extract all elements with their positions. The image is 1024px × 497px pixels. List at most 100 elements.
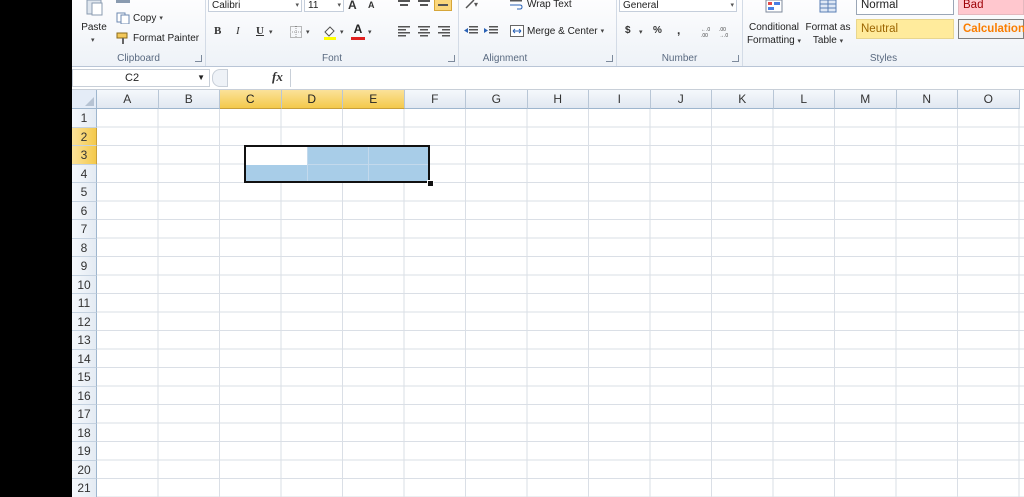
font-color-icon[interactable]: A (351, 22, 365, 36)
style-bad[interactable]: Bad (958, 0, 1024, 15)
number-launcher-icon[interactable] (732, 55, 739, 62)
formula-bar-handle[interactable] (212, 69, 228, 87)
merge-center-button[interactable]: Merge & Center ▾ (510, 23, 604, 39)
format-as-table-button[interactable]: Format as Table ▾ (803, 0, 853, 50)
increase-indent-icon[interactable] (484, 26, 498, 37)
column-header-g[interactable]: G (466, 90, 528, 109)
borders-dropdown-icon[interactable]: ▾ (306, 28, 310, 36)
increase-decimal-icon[interactable]: ←.0.00 (701, 26, 715, 37)
paste-button[interactable]: Paste ▾ (76, 0, 112, 50)
row-header-15[interactable]: 15 (72, 368, 97, 387)
font-color-dropdown-icon[interactable]: ▾ (368, 28, 372, 36)
row-header-9[interactable]: 9 (72, 257, 97, 276)
cell-area[interactable] (97, 109, 1024, 497)
align-left-icon[interactable] (398, 26, 410, 37)
format-painter-button[interactable]: Format Painter (116, 30, 199, 46)
column-header-f[interactable]: F (404, 90, 466, 109)
row-header-6[interactable]: 6 (72, 201, 97, 220)
style-calculation[interactable]: Calculation (958, 19, 1024, 39)
row-header-16[interactable]: 16 (72, 386, 97, 405)
number-group: General ▾ $ ▾ % , ←.0.00 .00 →.0 Number (617, 0, 743, 66)
column-header-a[interactable]: A (97, 90, 159, 109)
conditional-formatting-icon (765, 0, 783, 13)
column-header-i[interactable]: I (589, 90, 651, 109)
underline-button[interactable]: U (256, 25, 264, 37)
row-header-5[interactable]: 5 (72, 183, 97, 202)
comma-button[interactable]: , (677, 23, 680, 37)
shrink-font-button[interactable]: A (368, 0, 375, 10)
wrap-text-label: Wrap Text (527, 0, 572, 10)
name-box-value: C2 (125, 72, 140, 84)
fill-color-dropdown-icon[interactable]: ▾ (340, 28, 344, 36)
style-normal[interactable]: Normal (856, 0, 954, 15)
column-header-n[interactable]: N (896, 90, 958, 109)
insert-function-button[interactable]: fx (272, 69, 283, 85)
column-header-o[interactable]: O (958, 90, 1020, 109)
row-header-21[interactable]: 21 (72, 479, 97, 497)
row-header-14[interactable]: 14 (72, 349, 97, 368)
row-header-19[interactable]: 19 (72, 442, 97, 461)
format-as-table-icon (819, 0, 837, 13)
clipboard-group-label: Clipboard (117, 53, 160, 64)
column-header-e[interactable]: E (343, 90, 405, 109)
row-header-4[interactable]: 4 (72, 164, 97, 183)
conditional-formatting-button[interactable]: Conditional Formatting ▾ (745, 0, 803, 50)
row-header-13[interactable]: 13 (72, 331, 97, 350)
currency-button[interactable]: $ (625, 25, 631, 36)
font-name-value: Calibri (212, 0, 241, 11)
grow-font-button[interactable]: A (348, 0, 357, 12)
row-header-17[interactable]: 17 (72, 405, 97, 424)
fill-handle[interactable] (427, 180, 434, 187)
borders-icon[interactable] (290, 26, 302, 38)
row-header-7[interactable]: 7 (72, 220, 97, 239)
merge-center-icon (510, 25, 524, 37)
alignment-launcher-icon[interactable] (606, 55, 613, 62)
row-header-12[interactable]: 12 (72, 312, 97, 331)
align-center-icon[interactable] (418, 26, 430, 37)
column-header-m[interactable]: M (835, 90, 897, 109)
name-box[interactable]: C2 ▼ (72, 69, 210, 87)
format-painter-label: Format Painter (133, 32, 200, 44)
font-size-combo[interactable]: 11 ▾ (304, 0, 344, 12)
row-header-1[interactable]: 1 (72, 109, 97, 128)
copy-button[interactable]: Copy ▾ (116, 10, 163, 26)
currency-dropdown-icon[interactable]: ▾ (639, 28, 643, 36)
column-header-c[interactable]: C (220, 90, 282, 109)
row-header-3[interactable]: 3 (72, 146, 97, 165)
ribbon: Paste ▾ Copy ▾ Format Painter Clipboard (72, 0, 1024, 67)
clipboard-launcher-icon[interactable] (195, 55, 202, 62)
column-header-j[interactable]: J (650, 90, 712, 109)
align-bottom-button[interactable] (434, 0, 452, 11)
row-header-20[interactable]: 20 (72, 460, 97, 479)
row-header-10[interactable]: 10 (72, 275, 97, 294)
row-header-11[interactable]: 11 (72, 294, 97, 313)
orientation-icon[interactable]: ▾ (464, 0, 482, 10)
row-header-8[interactable]: 8 (72, 238, 97, 257)
bold-button[interactable]: B (214, 25, 221, 37)
column-header-l[interactable]: L (773, 90, 835, 109)
percent-button[interactable]: % (653, 25, 662, 36)
row-header-2[interactable]: 2 (72, 127, 97, 146)
fill-color-icon[interactable] (322, 24, 338, 40)
wrap-text-button[interactable]: Wrap Text (510, 0, 572, 12)
column-header-k[interactable]: K (712, 90, 774, 109)
column-header-h[interactable]: H (527, 90, 589, 109)
cut-icon[interactable] (116, 0, 130, 3)
column-header-b[interactable]: B (158, 90, 220, 109)
italic-button[interactable]: I (236, 25, 240, 37)
align-top-icon[interactable] (398, 0, 410, 6)
select-all-button[interactable] (72, 90, 97, 109)
clipboard-group: Paste ▾ Copy ▾ Format Painter Clipboard (72, 0, 206, 66)
number-format-combo[interactable]: General ▾ (619, 0, 737, 12)
align-middle-icon[interactable] (418, 0, 430, 6)
font-name-combo[interactable]: Calibri ▾ (208, 0, 302, 12)
underline-dropdown-icon[interactable]: ▾ (269, 28, 273, 36)
decrease-indent-icon[interactable] (464, 26, 478, 37)
font-size-value: 11 (308, 0, 319, 11)
column-header-d[interactable]: D (281, 90, 343, 109)
row-header-18[interactable]: 18 (72, 423, 97, 442)
style-neutral[interactable]: Neutral (856, 19, 954, 39)
align-right-icon[interactable] (438, 26, 450, 37)
formula-input[interactable] (290, 69, 1024, 87)
decrease-decimal-icon[interactable]: .00→.0 (719, 26, 733, 37)
